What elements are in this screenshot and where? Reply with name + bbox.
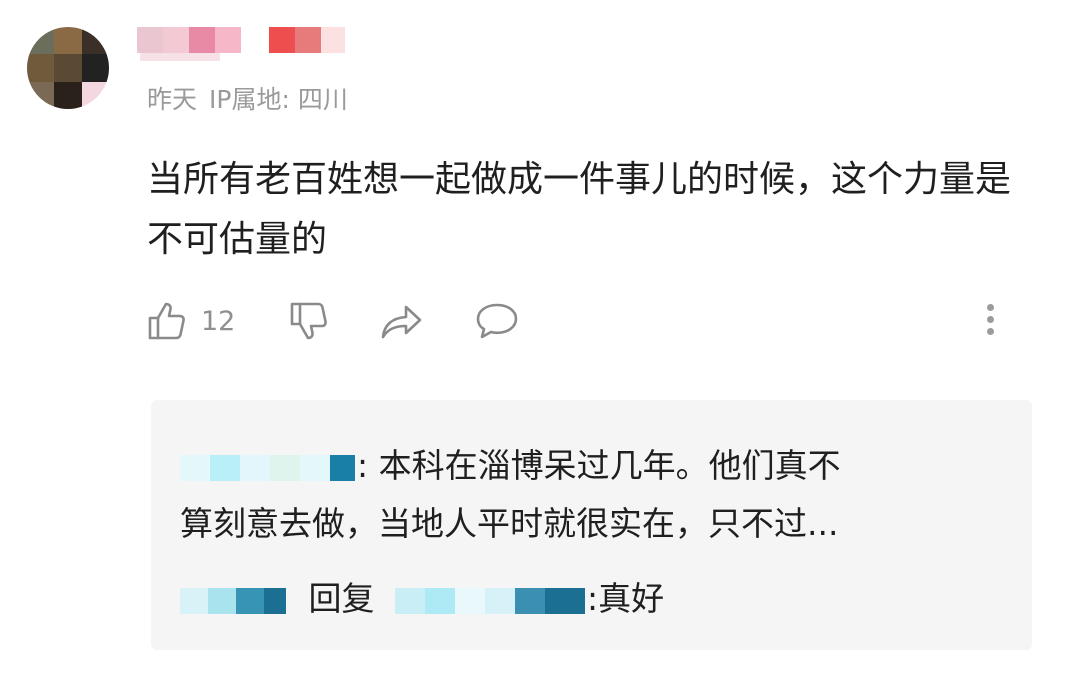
comment-text: 当所有老百姓想一起做成一件事儿的时候，这个力量是不可估量的 <box>147 159 1012 260</box>
username-mosaic[interactable] <box>137 27 345 53</box>
like-button[interactable]: 12 <box>147 296 235 346</box>
reply-author-mosaic[interactable] <box>180 587 286 614</box>
comment-actions: 12 <box>147 296 997 346</box>
reply-text-1: : 本科在淄博呆过几年。他们真不 <box>357 446 841 485</box>
username-mosaic-lower <box>140 53 220 61</box>
replier-name-mosaic[interactable] <box>180 454 355 481</box>
reply-verb: 回复 <box>308 579 375 618</box>
reply-target-mosaic[interactable] <box>395 587 585 614</box>
dislike-button[interactable] <box>289 296 329 346</box>
thumbs-up-icon <box>147 301 187 341</box>
share-icon <box>380 301 424 341</box>
comment-time: 昨天 <box>147 85 198 114</box>
reply-line-1[interactable]: : 本科在淄博呆过几年。他们真不 <box>180 440 841 492</box>
share-button[interactable] <box>380 296 424 346</box>
ip-location: IP属地: 四川 <box>209 85 348 114</box>
comment-bubble-icon <box>475 301 519 341</box>
reply-text-2: :真好 <box>587 579 665 618</box>
avatar[interactable] <box>27 27 109 109</box>
reply-line-1b: 算刻意去做，当地人平时就很实在，只不过... <box>180 504 839 543</box>
comment-button[interactable] <box>475 296 519 346</box>
thumbs-down-icon <box>289 301 329 341</box>
more-vertical-icon[interactable] <box>983 300 997 340</box>
reply-line-2[interactable]: 回复 :真好 <box>180 574 664 624</box>
comment-meta: 昨天 IP属地: 四川 <box>147 80 348 116</box>
like-count: 12 <box>201 305 236 337</box>
